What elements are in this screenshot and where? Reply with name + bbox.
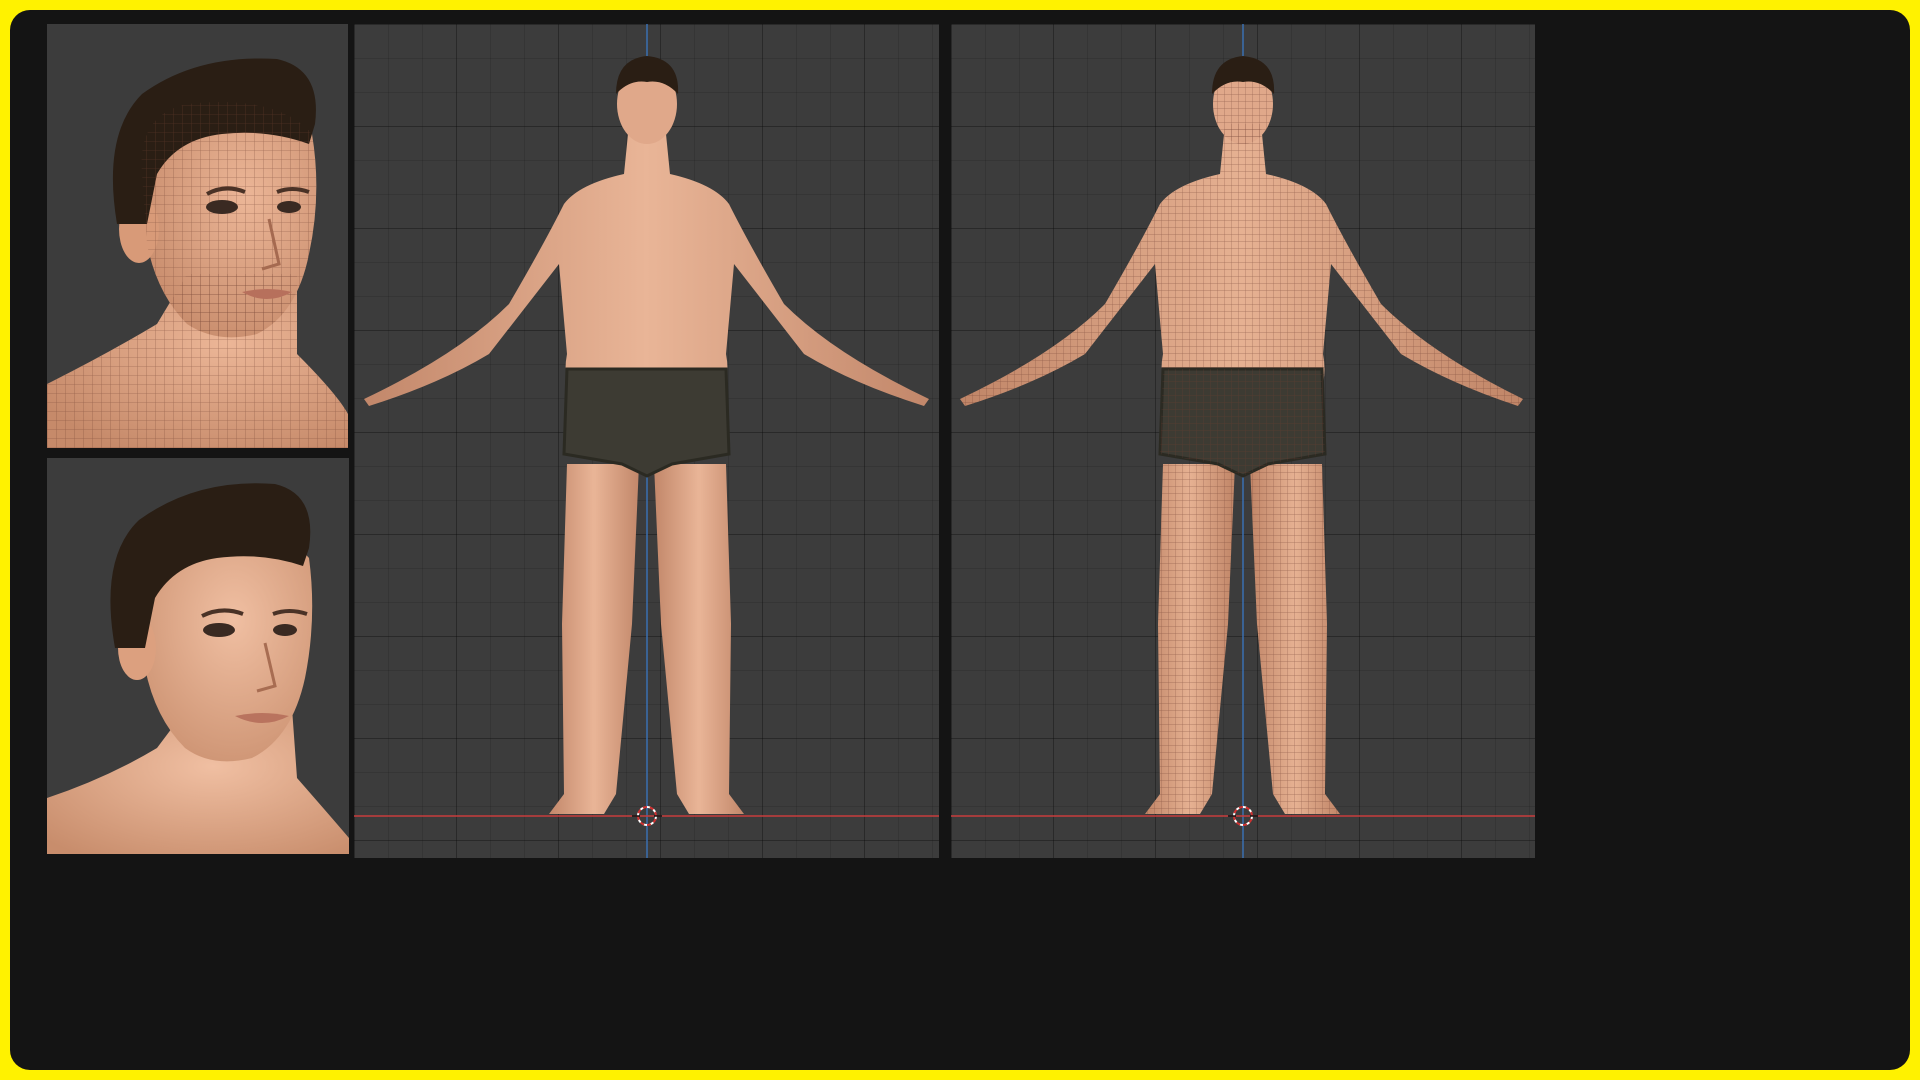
head-wireframe-figure bbox=[47, 58, 348, 448]
underwear bbox=[562, 367, 731, 478]
body-wireframe-figure bbox=[951, 24, 1535, 858]
body-rendered-viewport[interactable] bbox=[354, 24, 939, 858]
head-rendered-panel bbox=[47, 458, 349, 854]
head-wireframe-panel bbox=[47, 24, 348, 448]
body-rendered-figure bbox=[354, 24, 939, 858]
image-frame bbox=[10, 10, 1910, 1070]
body-wireframe-viewport[interactable] bbox=[951, 24, 1535, 858]
head-rendered-figure bbox=[47, 483, 349, 854]
